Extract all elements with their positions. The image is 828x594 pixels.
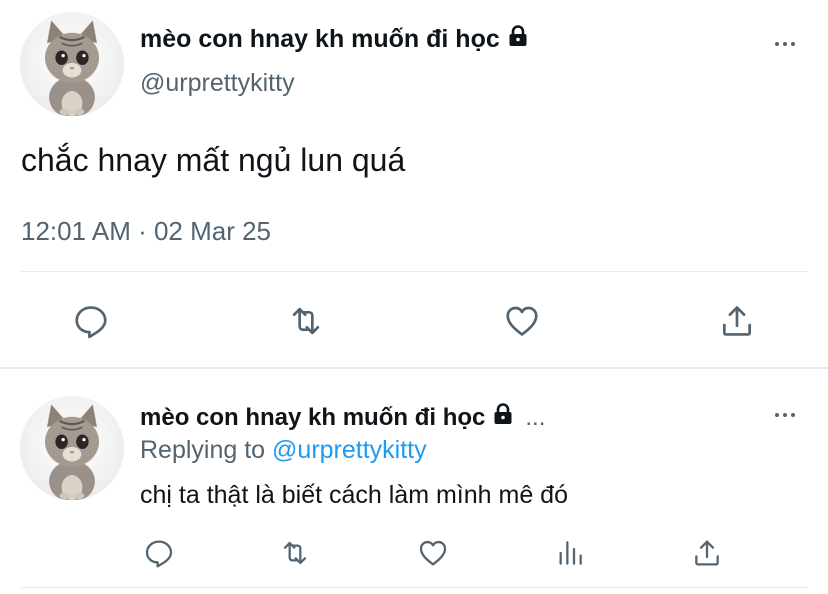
reply-icon[interactable] [143, 537, 175, 569]
cat-avatar-icon [20, 396, 124, 500]
retweet-icon[interactable] [286, 302, 326, 340]
replying-to-label: Replying to [140, 436, 266, 464]
avatar[interactable] [20, 396, 124, 500]
display-name: mèo con hnay kh muốn đi học [140, 403, 486, 431]
name-ellipsis: ... [525, 403, 546, 431]
display-name-row[interactable]: mèo con hnay kh muốn đi học ... [140, 402, 545, 433]
divider [21, 271, 808, 272]
avatar[interactable] [20, 12, 124, 116]
reply-icon[interactable] [72, 302, 110, 340]
more-options-icon[interactable] [770, 34, 800, 54]
divider [21, 587, 808, 588]
lock-icon [506, 24, 530, 55]
like-icon[interactable] [416, 537, 450, 569]
display-name-row[interactable]: mèo con hnay kh muốn đi học [140, 24, 530, 55]
tweet-text: chắc hnay mất ngủ lun quá [21, 142, 406, 178]
display-name: mèo con hnay kh muốn đi học [140, 25, 500, 53]
replying-to: Replying to @urprettykitty [140, 436, 427, 465]
like-icon[interactable] [502, 302, 542, 340]
replying-to-handle[interactable]: @urprettykitty [272, 436, 427, 464]
retweet-icon[interactable] [278, 537, 312, 569]
share-icon[interactable] [691, 537, 723, 569]
views-icon[interactable] [554, 537, 586, 569]
cat-avatar-icon [20, 12, 124, 116]
lock-icon [491, 402, 515, 433]
tweet-timestamp[interactable]: 12:01 AM · 02 Mar 25 [21, 216, 271, 247]
section-divider [0, 367, 828, 369]
user-handle[interactable]: @urprettykitty [140, 69, 295, 98]
more-options-icon[interactable] [770, 405, 800, 425]
tweet-text: chị ta thật là biết cách làm mình mê đó [140, 481, 568, 509]
share-icon[interactable] [718, 302, 756, 340]
